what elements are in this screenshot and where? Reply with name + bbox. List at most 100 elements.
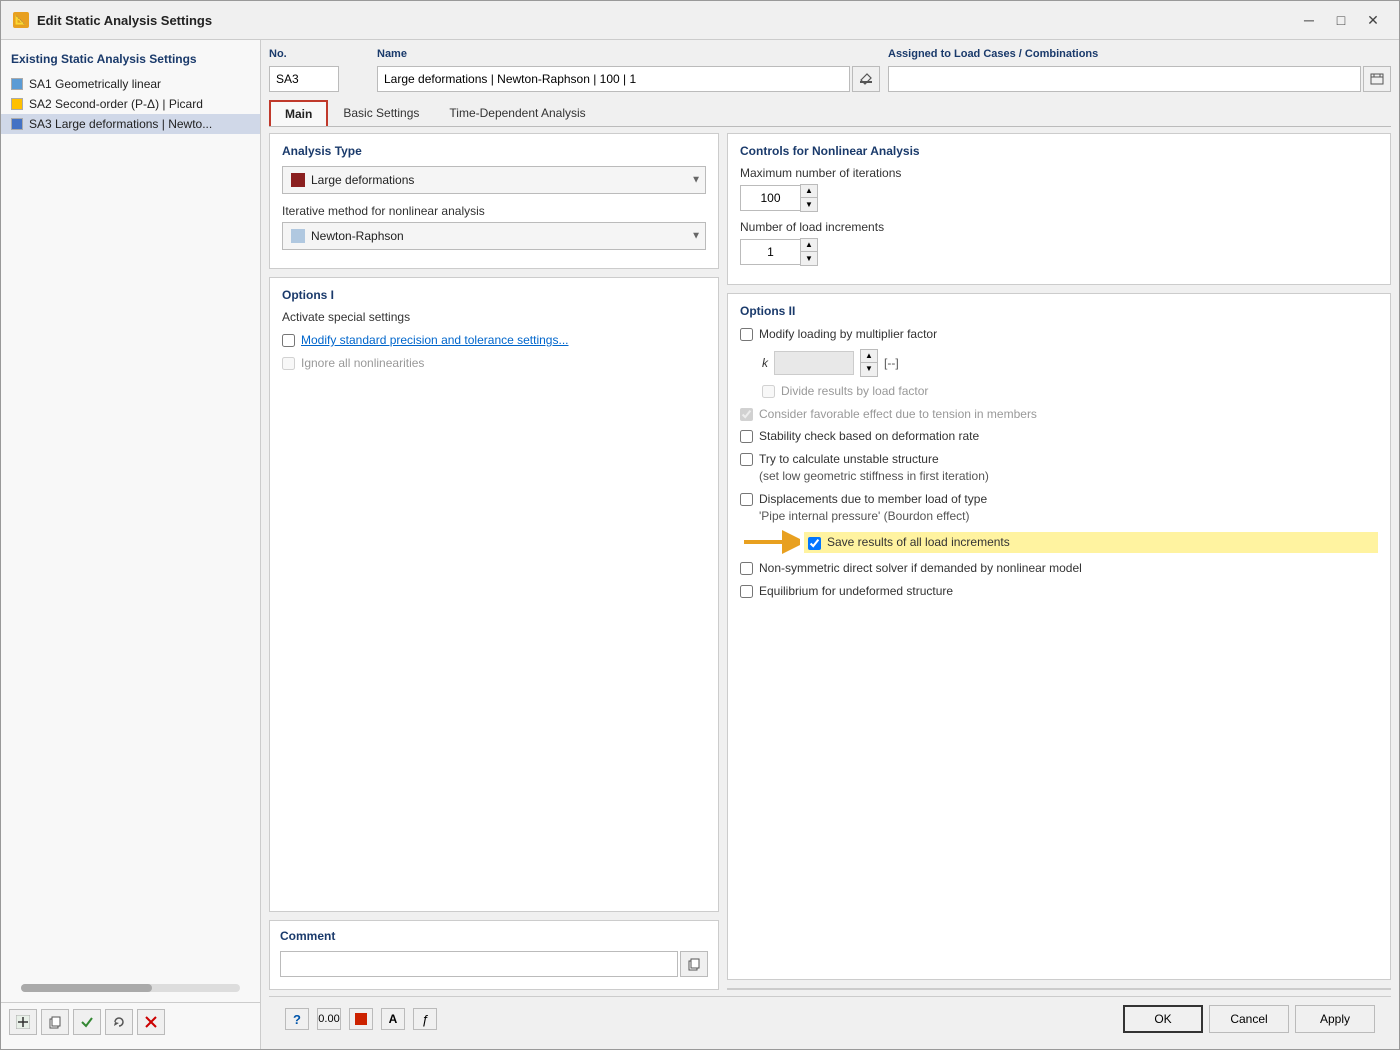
name-input[interactable] (377, 66, 850, 92)
assigned-browse-button[interactable] (1363, 66, 1391, 92)
maximize-button[interactable]: □ (1327, 9, 1355, 31)
checkbox-displacements[interactable] (740, 493, 753, 506)
options-ii-title: Options II (740, 304, 1378, 318)
confirm-item-button[interactable] (73, 1009, 101, 1035)
checkbox-favorable[interactable] (740, 408, 753, 421)
num-load-label: Number of load increments (740, 220, 1378, 234)
text-button[interactable]: A (381, 1008, 405, 1030)
checkbox-nonsymmetric[interactable] (740, 562, 753, 575)
max-iter-spinner: ▲ ▼ (800, 184, 818, 212)
checkbox-modify-label: Modify loading by multiplier factor (759, 326, 937, 343)
max-iter-spinbox: ▲ ▼ (740, 184, 1378, 212)
window-title: Edit Static Analysis Settings (37, 13, 1287, 28)
checkbox-nonlinear-row: Ignore all nonlinearities (282, 355, 706, 372)
tab-main[interactable]: Main (269, 100, 328, 126)
checkbox-nonlinear[interactable] (282, 357, 295, 370)
comment-input[interactable] (280, 951, 678, 977)
status-icons: ? 0.00 A ƒ (285, 1008, 437, 1030)
name-edit-button[interactable] (852, 66, 880, 92)
help-button[interactable]: ? (285, 1008, 309, 1030)
delete-item-button[interactable] (137, 1009, 165, 1035)
sidebar-toolbar (1, 1002, 260, 1041)
add-item-button[interactable] (9, 1009, 37, 1035)
sa1-color (11, 78, 23, 90)
value-button[interactable]: 0.00 (317, 1008, 341, 1030)
minimize-button[interactable]: ─ (1295, 9, 1323, 31)
function-button[interactable]: ƒ (413, 1008, 437, 1030)
bottom-bar: ? 0.00 A ƒ OK Cancel Apply (269, 996, 1391, 1041)
num-load-down[interactable]: ▼ (801, 252, 817, 265)
sidebar-item-sa1[interactable]: SA1 Geometrically linear (1, 74, 260, 94)
sidebar: Existing Static Analysis Settings SA1 Ge… (1, 40, 261, 1049)
tabs-row: Main Basic Settings Time-Dependent Analy… (269, 100, 1391, 127)
ok-button[interactable]: OK (1123, 1005, 1203, 1033)
main-content: Existing Static Analysis Settings SA1 Ge… (1, 40, 1399, 1049)
k-down[interactable]: ▼ (861, 363, 877, 376)
checkbox-displacements-label: Displacements due to member load of type… (759, 491, 987, 525)
k-up[interactable]: ▲ (861, 350, 877, 363)
assigned-input-group (888, 66, 1391, 92)
checkbox-equilibrium[interactable] (740, 585, 753, 598)
window-controls: ─ □ ✕ (1295, 9, 1387, 31)
checkbox-favorable-row: Consider favorable effect due to tension… (740, 406, 1378, 423)
apply-button[interactable]: Apply (1295, 1005, 1375, 1033)
checkbox-divide[interactable] (762, 385, 775, 398)
checkbox-modify[interactable] (740, 328, 753, 341)
checkbox-modify-row: Modify loading by multiplier factor (740, 326, 1378, 343)
cancel-button[interactable]: Cancel (1209, 1005, 1289, 1033)
checkbox-save-row: Save results of all load increments (804, 532, 1378, 553)
max-iter-input[interactable] (740, 185, 800, 211)
checkbox-save[interactable] (808, 537, 821, 550)
checkbox-nonlinear-label: Ignore all nonlinearities (301, 355, 424, 372)
checkbox-unstable[interactable] (740, 453, 753, 466)
close-button[interactable]: ✕ (1359, 9, 1387, 31)
assigned-input[interactable] (888, 66, 1361, 92)
sidebar-item-sa3[interactable]: SA3 Large deformations | Newto... (1, 114, 260, 134)
checkbox-displacements-row: Displacements due to member load of type… (740, 491, 1378, 525)
analysis-type-row: Large deformations ▼ (282, 166, 706, 194)
checkbox-precision-row: Modify standard precision and tolerance … (282, 332, 706, 349)
analysis-type-value: Large deformations (311, 173, 414, 187)
checkbox-save-label: Save results of all load increments (827, 534, 1010, 551)
checkbox-precision[interactable] (282, 334, 295, 347)
name-input-group (377, 66, 880, 92)
checkbox-equilibrium-label: Equilibrium for undeformed structure (759, 583, 953, 600)
max-iter-down[interactable]: ▼ (801, 198, 817, 211)
analysis-type-select[interactable]: Large deformations ▼ (282, 166, 706, 194)
arrow-annotation (740, 530, 800, 554)
comment-section: Comment (269, 920, 719, 990)
max-iter-row: Maximum number of iterations ▲ ▼ (740, 166, 1378, 212)
tab-time-dependent[interactable]: Time-Dependent Analysis (434, 100, 600, 126)
checkbox-equilibrium-row: Equilibrium for undeformed structure (740, 583, 1378, 600)
sa1-label: SA1 Geometrically linear (29, 77, 161, 91)
refresh-item-button[interactable] (105, 1009, 133, 1035)
sidebar-item-sa2[interactable]: SA2 Second-order (P-Δ) | Picard (1, 94, 260, 114)
sa3-label: SA3 Large deformations | Newto... (29, 117, 212, 131)
checkbox-divide-label: Divide results by load factor (781, 383, 928, 400)
num-load-up[interactable]: ▲ (801, 239, 817, 252)
num-load-spinbox: ▲ ▼ (740, 238, 1378, 266)
left-content: Analysis Type Large deformations ▼ Itera… (269, 133, 719, 990)
right-comment-area (727, 988, 1391, 990)
k-spinner: ▲ ▼ (860, 349, 878, 377)
tab-basic-settings[interactable]: Basic Settings (328, 100, 434, 126)
k-unit: [--] (884, 356, 899, 370)
checkbox-unstable-row: Try to calculate unstable structure (set… (740, 451, 1378, 485)
max-iter-up[interactable]: ▲ (801, 185, 817, 198)
options-ii-section: Options II Modify loading by multiplier … (727, 293, 1391, 980)
checkbox-displacements-sub: 'Pipe internal pressure' (Bourdon effect… (759, 509, 969, 523)
checkbox-nonsymmetric-row: Non-symmetric direct solver if demanded … (740, 560, 1378, 577)
checkbox-stability[interactable] (740, 430, 753, 443)
no-input[interactable] (269, 66, 339, 92)
checkbox-favorable-label: Consider favorable effect due to tension… (759, 406, 1037, 423)
k-label: k (762, 356, 768, 370)
copy-item-button[interactable] (41, 1009, 69, 1035)
checkbox-precision-label[interactable]: Modify standard precision and tolerance … (301, 332, 568, 349)
assigned-block: Assigned to Load Cases / Combinations (888, 48, 1391, 92)
num-load-input[interactable] (740, 239, 800, 265)
iterative-method-select[interactable]: Newton-Raphson ▼ (282, 222, 706, 250)
comment-copy-button[interactable] (680, 951, 708, 977)
k-input[interactable] (774, 351, 854, 375)
red-square-button[interactable] (349, 1008, 373, 1030)
analysis-type-title: Analysis Type (282, 144, 706, 158)
